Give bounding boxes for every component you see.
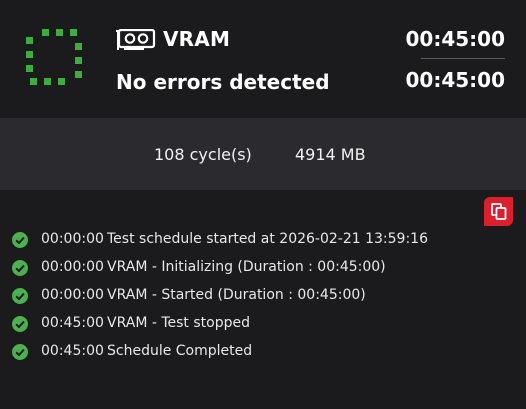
dotted-square-icon bbox=[26, 29, 82, 85]
gpu-card-icon bbox=[116, 29, 156, 50]
log-time: 00:00:00 bbox=[41, 287, 104, 303]
copy-log-button[interactable] bbox=[484, 197, 513, 226]
cycle-count: 108 cycle(s) bbox=[154, 145, 252, 164]
log-entry: 00:45:00 VRAM - Test stopped bbox=[0, 309, 526, 337]
elapsed-time: 00:45:00 bbox=[405, 27, 506, 51]
check-circle-icon bbox=[12, 316, 28, 332]
check-circle-icon bbox=[12, 288, 28, 304]
log-message: VRAM - Initializing (Duration : 00:45:00… bbox=[107, 259, 386, 275]
log-time: 00:00:00 bbox=[41, 259, 104, 275]
memory-tested: 4914 MB bbox=[295, 145, 366, 164]
log-entry: 00:00:00 Test schedule started at 2026-0… bbox=[0, 225, 526, 253]
test-summary-header: VRAM No errors detected 00:45:00 00:45:0… bbox=[0, 0, 526, 118]
log-message: Test schedule started at 2026-02-21 13:5… bbox=[107, 231, 428, 247]
check-circle-icon bbox=[12, 344, 28, 360]
log-entry: 00:45:00 Schedule Completed bbox=[0, 337, 526, 365]
test-name: VRAM bbox=[163, 27, 231, 51]
log-time: 00:00:00 bbox=[41, 231, 104, 247]
log-entry: 00:00:00 VRAM - Started (Duration : 00:4… bbox=[0, 281, 526, 309]
test-result-text: No errors detected bbox=[116, 70, 330, 94]
log-time: 00:45:00 bbox=[41, 315, 104, 331]
log-message: VRAM - Started (Duration : 00:45:00) bbox=[107, 287, 366, 303]
log-time: 00:45:00 bbox=[41, 343, 104, 359]
check-circle-icon bbox=[12, 260, 28, 276]
log-message: Schedule Completed bbox=[107, 343, 253, 359]
copy-icon bbox=[491, 203, 507, 220]
total-time: 00:45:00 bbox=[405, 68, 506, 92]
log-message: VRAM - Test stopped bbox=[107, 315, 250, 331]
log-entry: 00:00:00 VRAM - Initializing (Duration :… bbox=[0, 253, 526, 281]
check-circle-icon bbox=[12, 232, 28, 248]
stats-bar: 108 cycle(s) 4914 MB bbox=[0, 118, 526, 190]
time-divider bbox=[421, 58, 505, 59]
